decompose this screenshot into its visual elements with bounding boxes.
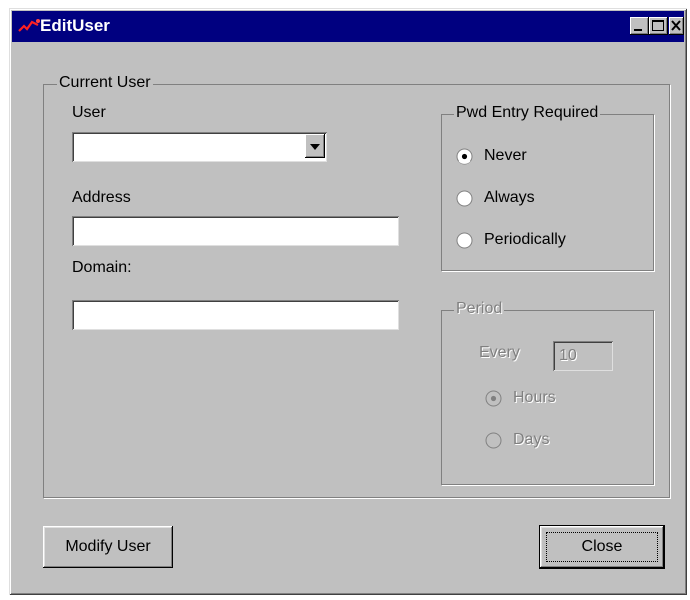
radio-disabled-icon <box>485 432 502 449</box>
current-user-legend: Current User <box>57 74 153 92</box>
every-label: Every <box>479 344 520 361</box>
radio-icon <box>456 190 473 207</box>
radio-periodically-label: Periodically <box>484 231 566 248</box>
radio-never-label: Never <box>484 147 527 164</box>
minimize-button[interactable] <box>630 17 649 35</box>
radio-selected-disabled-icon <box>485 390 502 407</box>
every-field[interactable]: 10 <box>553 341 613 371</box>
domain-field[interactable] <box>72 300 399 330</box>
close-button[interactable]: Close <box>540 526 664 568</box>
maximize-button[interactable] <box>649 17 668 35</box>
close-window-button[interactable] <box>669 17 684 35</box>
chevron-down-icon <box>310 144 320 150</box>
address-field[interactable] <box>72 216 399 246</box>
title-bar[interactable]: EditUser <box>12 11 684 42</box>
radio-days-label: Days <box>513 431 550 448</box>
every-value: 10 <box>559 347 577 364</box>
radio-always-label: Always <box>484 189 535 206</box>
edit-user-window: EditUser Current User User Address Domai… <box>9 8 687 595</box>
pwd-entry-legend: Pwd Entry Required <box>454 104 601 122</box>
close-icon <box>671 20 681 31</box>
user-dropdown-button[interactable] <box>305 134 325 158</box>
modify-user-button[interactable]: Modify User <box>43 526 173 568</box>
domain-input[interactable] <box>72 300 399 330</box>
window-title: EditUser <box>40 16 110 35</box>
period-legend: Period <box>454 300 505 318</box>
minimize-icon <box>634 29 642 31</box>
radio-icon <box>456 232 473 249</box>
maximize-icon <box>652 20 664 31</box>
user-dropdown[interactable] <box>72 132 327 162</box>
radio-selected-icon <box>456 148 473 165</box>
address-label: Address <box>72 189 131 206</box>
domain-label: Domain: <box>72 259 132 276</box>
radio-hours-label: Hours <box>513 389 556 406</box>
user-label: User <box>72 104 106 121</box>
address-input[interactable] <box>72 216 399 246</box>
app-icon <box>18 19 40 32</box>
modify-user-label: Modify User <box>65 538 151 555</box>
close-label: Close <box>581 538 623 555</box>
